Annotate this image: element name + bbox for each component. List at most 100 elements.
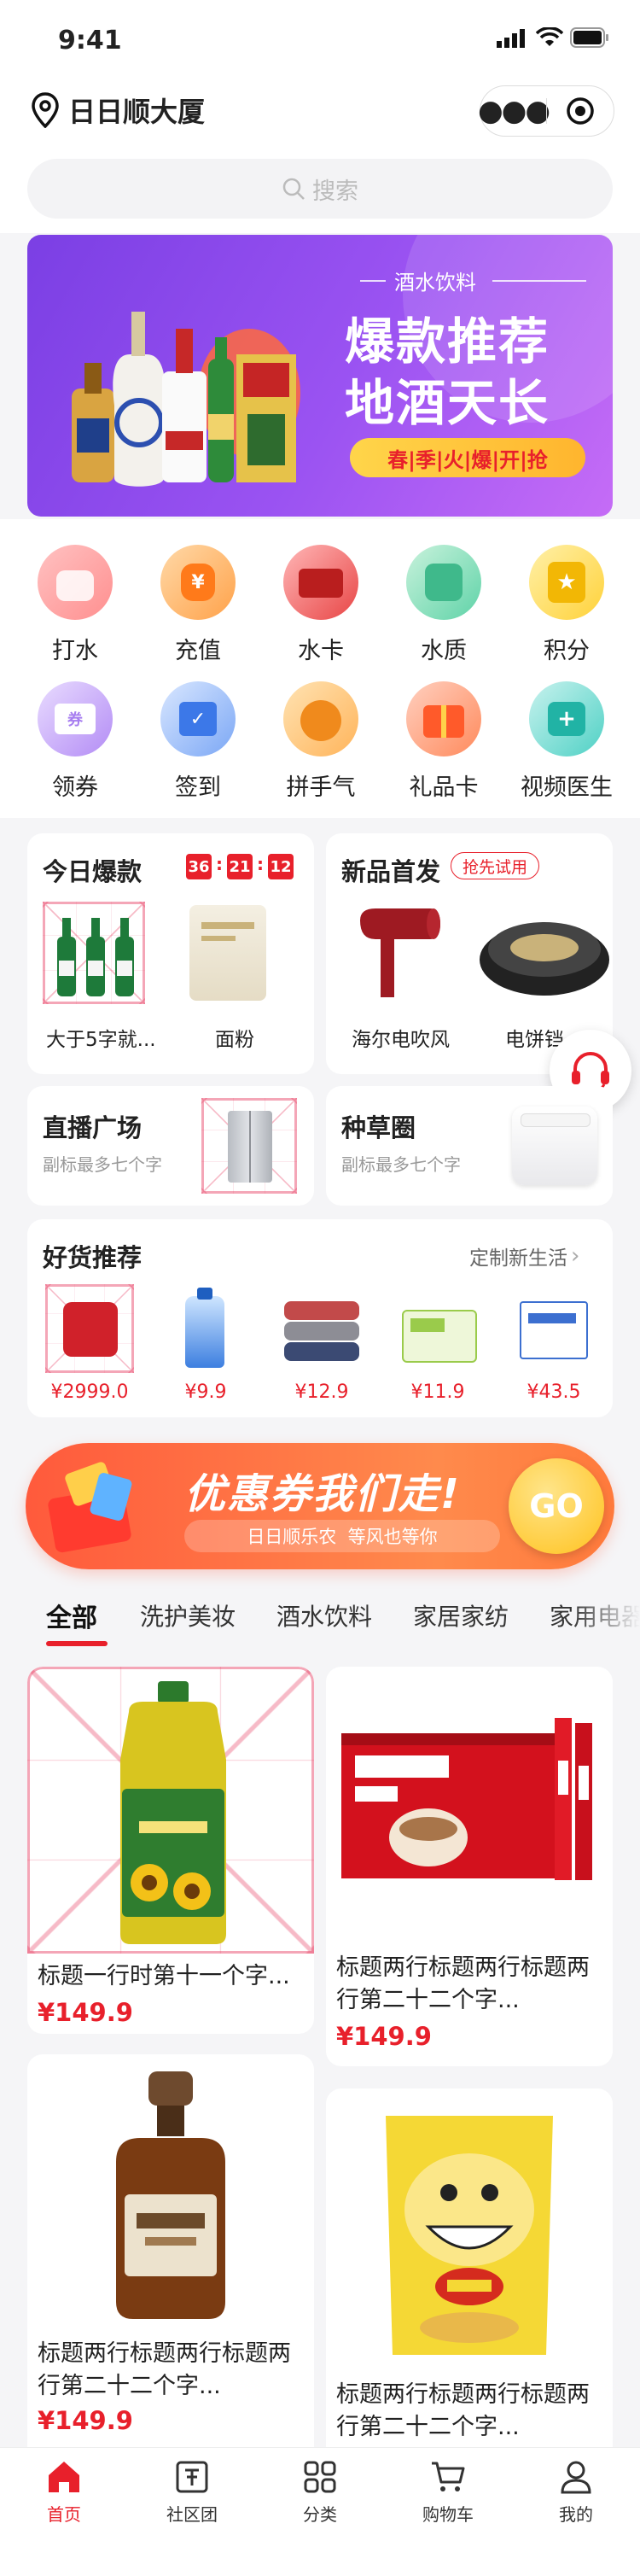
product-card[interactable]: 标题两行标题两行标题两行第二十二个字... ¥149.9 [27, 2054, 314, 2481]
nav-item-home[interactable]: 首页 [12, 2458, 116, 2526]
close-mini-program-button[interactable] [547, 86, 614, 136]
quick-icon-item[interactable]: 水卡 [261, 545, 381, 665]
today-hot-card[interactable]: 今日爆款 36 : 21 : 12 大于5字就... 面粉 [27, 833, 314, 1074]
gauge-icon [283, 681, 358, 756]
tissues-image [393, 1284, 482, 1373]
beer-bottles-illustration [57, 918, 134, 996]
battery-icon [570, 27, 608, 48]
signal-icon [497, 29, 525, 48]
tab-all[interactable]: 全部 [46, 1597, 97, 1634]
detergent-image [161, 1284, 250, 1373]
banner-tag-line-right [492, 280, 586, 282]
calendar-check-icon: ✓ [160, 681, 236, 756]
appliance-image [512, 1107, 597, 1185]
more-button[interactable]: ●●● [478, 86, 550, 136]
bottom-nav: 首页 社区团 分类 购物车 我的 [0, 2447, 640, 2576]
banner-slogan: 春|季|火|爆|开|抢 [387, 447, 548, 472]
coupon-gift-decoration [43, 1458, 179, 1554]
quick-icon-label: 领券 [52, 774, 98, 801]
product-price: ¥149.9 [336, 2022, 432, 2051]
search-area: 搜索 [0, 152, 640, 233]
live-square-card[interactable]: 直播广场 副标最多七个字 [27, 1086, 314, 1206]
quick-icon-item[interactable]: + 视频医生 [507, 681, 626, 802]
quick-icon-label: 礼品卡 [409, 774, 479, 801]
today-hot-item-name: 大于5字就... [46, 1029, 156, 1051]
product-title: 标题一行时第十一个字... [38, 1963, 290, 1989]
product-title: 标题两行标题两行标题两行第二十二个字... [38, 2340, 291, 2399]
good-goods-item[interactable]: ¥43.5 [503, 1284, 604, 1403]
good-goods-price: ¥2999.0 [50, 1381, 129, 1403]
product-card[interactable]: 标题两行标题两行标题两行第二十二个字... [326, 2088, 613, 2481]
good-goods-item[interactable]: ¥12.9 [271, 1284, 372, 1403]
quick-icon-item[interactable]: 券 领券 [15, 681, 135, 802]
status-time: 9:41 [58, 26, 122, 55]
good-goods-price: ¥12.9 [294, 1381, 349, 1403]
quick-icon-item[interactable]: 水质 [384, 545, 503, 665]
liquor-bottles-image [72, 312, 296, 487]
product-card[interactable]: 标题两行标题两行标题两行第二十二个字... ¥149.9 [326, 1667, 613, 2066]
new-arrivals-title: 新品首发 [341, 857, 441, 886]
tab-home-textile[interactable]: 家居家纺 [413, 1598, 509, 1633]
mini-program-capsule: ●●● [478, 85, 614, 137]
nav-item-cart[interactable]: 购物车 [396, 2458, 500, 2526]
category-tabs: 全部 洗护美妆 酒水饮料 家居家纺 家用电器 [0, 1578, 640, 1655]
flour-bag-image [189, 905, 266, 1001]
nav-item-profile[interactable]: 我的 [524, 2458, 628, 2526]
product-price: ¥149.9 [38, 2406, 133, 2435]
today-hot-item-name: 面粉 [215, 1029, 254, 1051]
live-square-subtitle: 副标最多七个字 [43, 1154, 162, 1175]
tab-beverage[interactable]: 酒水饮料 [276, 1598, 372, 1633]
good-goods-price: ¥9.9 [184, 1381, 227, 1403]
grass-circle-card[interactable]: 种草圈 副标最多七个字 [326, 1086, 613, 1206]
good-goods-item[interactable]: ¥9.9 [155, 1284, 256, 1403]
header: 日日顺大厦 ●●● [0, 75, 640, 152]
live-square-title: 直播广场 [43, 1113, 143, 1142]
air-fryer-image [45, 1284, 134, 1373]
location-selector[interactable]: 日日顺大厦 [31, 89, 205, 131]
promo-banner[interactable]: 酒水饮料 爆款推荐 地酒天长 春|季|火|爆|开|抢 [27, 235, 613, 517]
quick-icon-item[interactable]: ✓ 签到 [138, 681, 258, 802]
quick-icon-label: 签到 [175, 774, 221, 801]
quick-icon-item[interactable]: ★ 积分 [507, 545, 626, 665]
nav-label: 我的 [559, 2504, 593, 2525]
good-goods-item[interactable]: ¥11.9 [387, 1284, 488, 1403]
cart-icon [432, 2462, 465, 2491]
quick-icon-label: 水卡 [298, 638, 344, 664]
product-card[interactable]: 标题一行时第十一个字... ¥149.9 [27, 1667, 314, 2034]
nav-label: 购物车 [422, 2504, 474, 2525]
search-placeholder: 搜索 [312, 178, 358, 205]
nav-item-community[interactable]: 社区团 [140, 2458, 244, 2526]
product-title: 标题两行标题两行标题两行第二十二个字... [336, 2381, 590, 2440]
hair-dryer-image [360, 908, 440, 997]
gift-icon [406, 681, 481, 756]
chevron-right-icon: › [571, 1243, 580, 1269]
countdown-separator: : [257, 854, 264, 874]
coupon-subtitle-pill: 日日顺乐农 等风也等你 [184, 1520, 500, 1552]
quick-icon-item[interactable]: 拼手气 [261, 681, 381, 802]
good-goods-item[interactable]: ¥2999.0 [39, 1284, 140, 1403]
tequila-bottle-image [116, 2071, 225, 2319]
tabs-fade [572, 1578, 640, 1655]
coupon-go-button[interactable]: GO [509, 1458, 604, 1554]
search-input[interactable]: 搜索 [27, 159, 613, 219]
grass-circle-subtitle: 副标最多七个字 [341, 1154, 461, 1175]
banner-line2: 地酒天长 [345, 374, 550, 432]
quick-icon-label: 积分 [544, 638, 590, 664]
banner-tag: 酒水饮料 [394, 271, 476, 295]
good-goods-title: 好货推荐 [43, 1243, 143, 1272]
countdown-hours: 36 [186, 854, 212, 879]
nav-item-category[interactable]: 分类 [268, 2458, 372, 2526]
fridge-image [201, 1098, 297, 1194]
tab-washcare-beauty[interactable]: 洗护美妆 [140, 1598, 236, 1633]
water-quality-icon [406, 545, 481, 620]
quick-icon-label: 打水 [52, 638, 98, 664]
milk-box-image [509, 1284, 598, 1373]
good-goods-more-link[interactable]: 定制新生活 › [469, 1241, 579, 1270]
today-hot-title: 今日爆款 [43, 857, 143, 886]
quick-icon-item[interactable]: 打水 [15, 545, 135, 665]
location-pin-icon [32, 92, 59, 128]
quick-icon-item[interactable]: 礼品卡 [384, 681, 503, 802]
coupon-banner[interactable]: 优惠券我们走! 日日顺乐农 等风也等你 GO [26, 1443, 614, 1569]
quick-icon-item[interactable]: ¥ 充值 [138, 545, 258, 665]
countdown-seconds: 12 [268, 854, 294, 879]
